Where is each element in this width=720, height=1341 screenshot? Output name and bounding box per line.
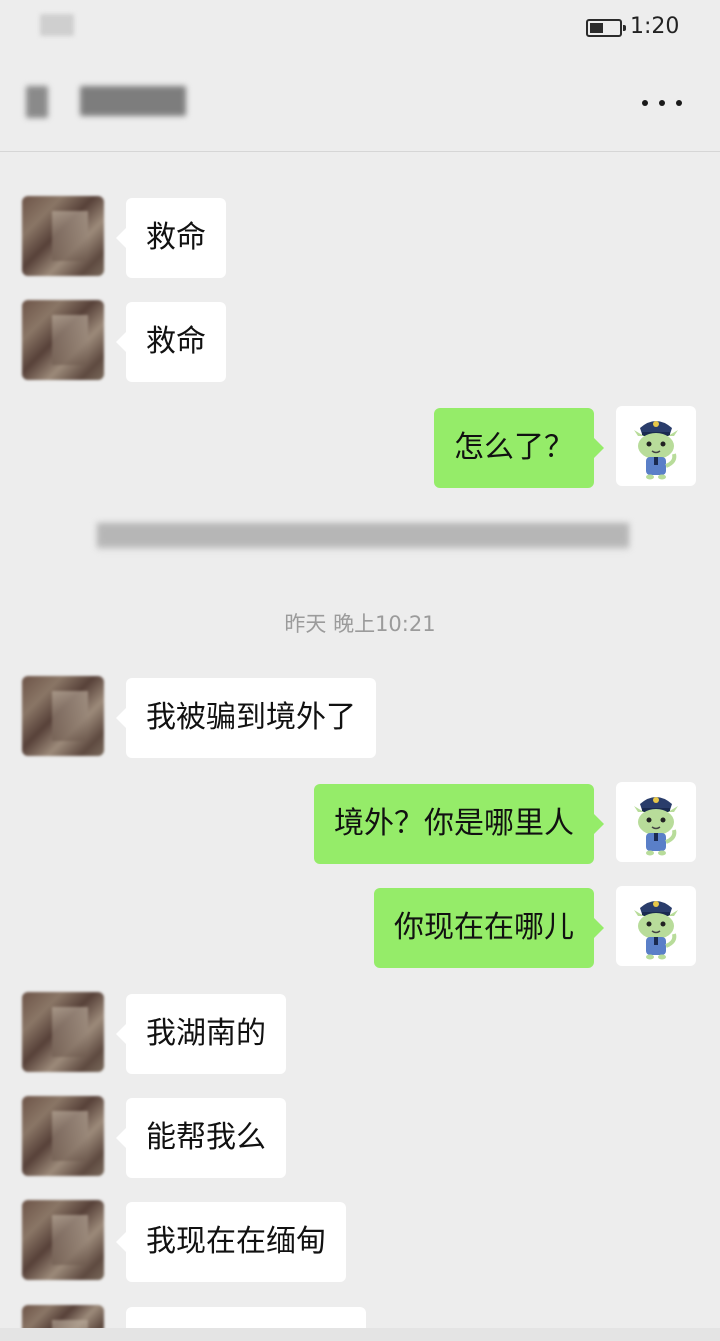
message-bubble-incoming[interactable]: 能帮我么: [116, 1098, 286, 1178]
message-bubble-outgoing[interactable]: 你现在在哪儿: [374, 888, 604, 968]
more-options-icon[interactable]: [642, 96, 682, 110]
bottom-edge: [0, 1328, 720, 1341]
contact-avatar[interactable]: [22, 1096, 104, 1176]
chat-screen: 1:20 救命 救命 怎么了？ 昨天 晚上10:21 我被骗到境外了 境外？你是…: [0, 0, 720, 1341]
message-bubble-incoming[interactable]: 我现在在缅甸: [116, 1202, 346, 1282]
back-icon[interactable]: [26, 86, 52, 122]
contact-avatar[interactable]: [22, 196, 104, 276]
battery-icon: [586, 19, 626, 37]
message-bubble-outgoing[interactable]: 怎么了？: [434, 408, 604, 488]
contact-name: [80, 86, 186, 120]
police-cat-icon: [634, 421, 678, 480]
contact-avatar[interactable]: [22, 300, 104, 380]
user-avatar[interactable]: [616, 886, 696, 966]
police-cat-icon: [634, 901, 678, 960]
contact-avatar[interactable]: [22, 992, 104, 1072]
message-bubble-outgoing[interactable]: 境外？你是哪里人: [314, 784, 604, 864]
status-time: 1:20: [630, 14, 680, 39]
user-avatar[interactable]: [616, 406, 696, 486]
message-timestamp: 昨天 晚上10:21: [284, 612, 436, 636]
chat-header: [0, 56, 720, 152]
user-avatar[interactable]: [616, 782, 696, 862]
status-bar: 1:20: [0, 0, 720, 56]
contact-avatar[interactable]: [22, 1200, 104, 1280]
clipped-system-message: [0, 140, 720, 162]
message-bubble-incoming[interactable]: 救命: [116, 302, 226, 382]
message-bubble-incoming[interactable]: 我被骗到境外了: [116, 678, 376, 758]
contact-avatar[interactable]: [22, 676, 104, 756]
message-bubble-incoming[interactable]: 我湖南的: [116, 994, 286, 1074]
signal-icon: [40, 14, 80, 40]
redacted-system-notice: [96, 522, 630, 556]
police-cat-icon: [634, 797, 678, 856]
message-bubble-incoming[interactable]: 救命: [116, 198, 226, 278]
